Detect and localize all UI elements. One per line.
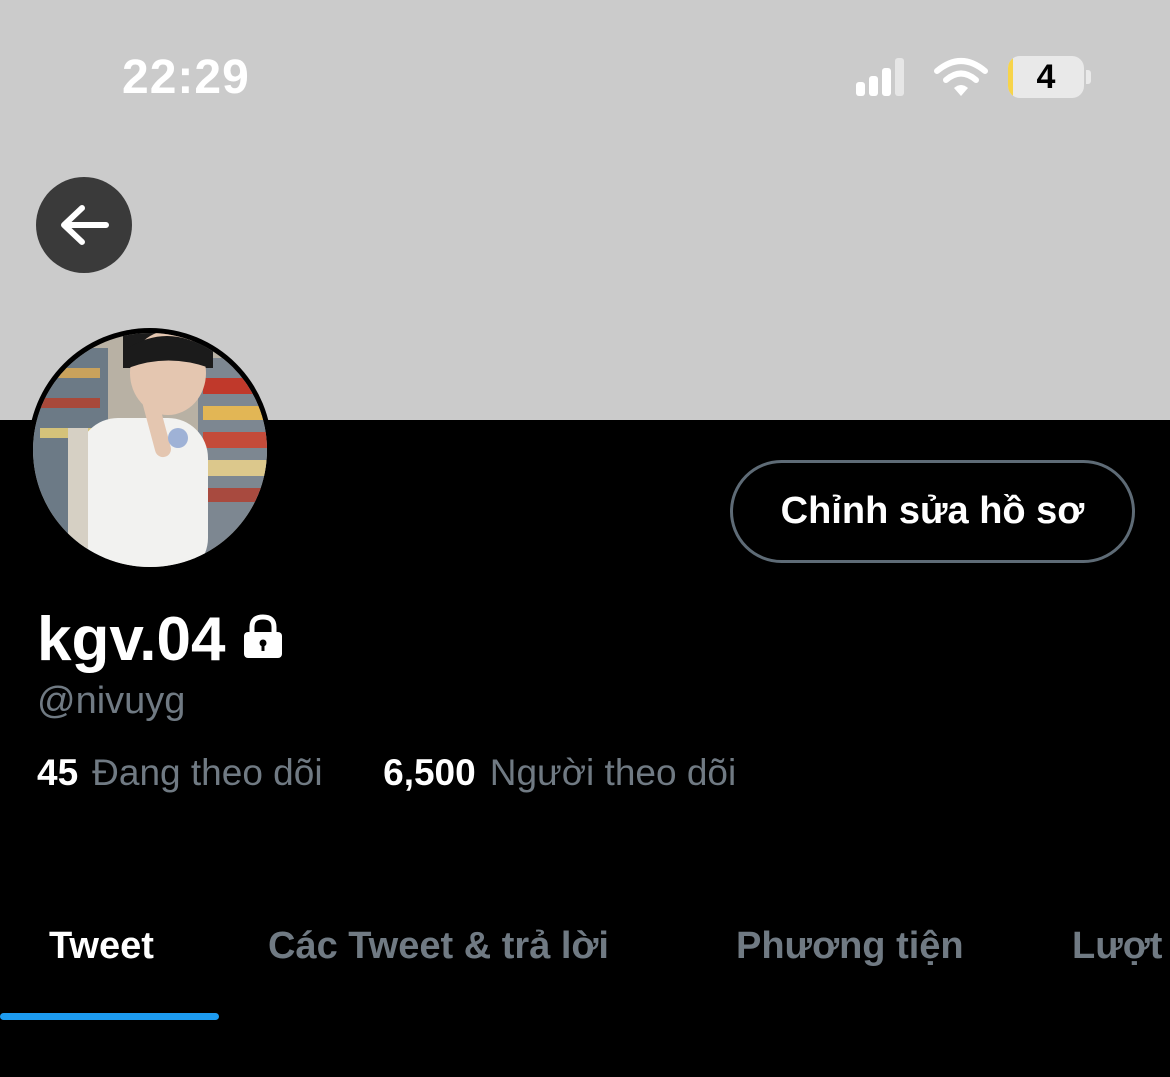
battery-icon: 4 bbox=[1008, 56, 1084, 98]
active-tab-indicator bbox=[0, 1013, 219, 1020]
display-name: kgv.04 bbox=[37, 605, 226, 674]
following-label: Đang theo dõi bbox=[92, 752, 323, 793]
tab-media[interactable]: Phương tiện bbox=[736, 925, 964, 968]
followers-link[interactable]: 6,500 Người theo dõi bbox=[383, 752, 736, 793]
profile-photo bbox=[33, 333, 267, 567]
signal-icon bbox=[856, 58, 906, 96]
following-count: 45 bbox=[37, 752, 79, 793]
followers-count: 6,500 bbox=[383, 752, 476, 793]
status-time: 22:29 bbox=[122, 51, 250, 104]
follow-stats: 45 Đang theo dõi 6,500 Người theo dõi bbox=[37, 750, 736, 796]
profile-tabs: Tweet Các Tweet & trả lời Phương tiện Lư… bbox=[0, 915, 1170, 1025]
profile-avatar[interactable] bbox=[28, 328, 272, 572]
profile-handle: @nivuyg bbox=[37, 680, 186, 722]
edit-profile-button[interactable]: Chỉnh sửa hồ sơ bbox=[730, 460, 1135, 563]
battery-level: 4 bbox=[1036, 58, 1056, 96]
tab-likes[interactable]: Lượt bbox=[1072, 925, 1162, 968]
lock-icon bbox=[239, 604, 287, 676]
wifi-icon bbox=[934, 58, 988, 96]
back-button[interactable] bbox=[36, 177, 132, 273]
tab-tweets[interactable]: Tweet bbox=[49, 925, 154, 968]
battery-tip bbox=[1086, 70, 1091, 84]
arrow-left-icon bbox=[61, 205, 109, 245]
tab-tweets-replies[interactable]: Các Tweet & trả lời bbox=[268, 925, 609, 968]
display-name-row: kgv.04 bbox=[37, 604, 287, 676]
followers-label: Người theo dõi bbox=[489, 752, 737, 793]
following-link[interactable]: 45 Đang theo dõi bbox=[37, 752, 333, 793]
